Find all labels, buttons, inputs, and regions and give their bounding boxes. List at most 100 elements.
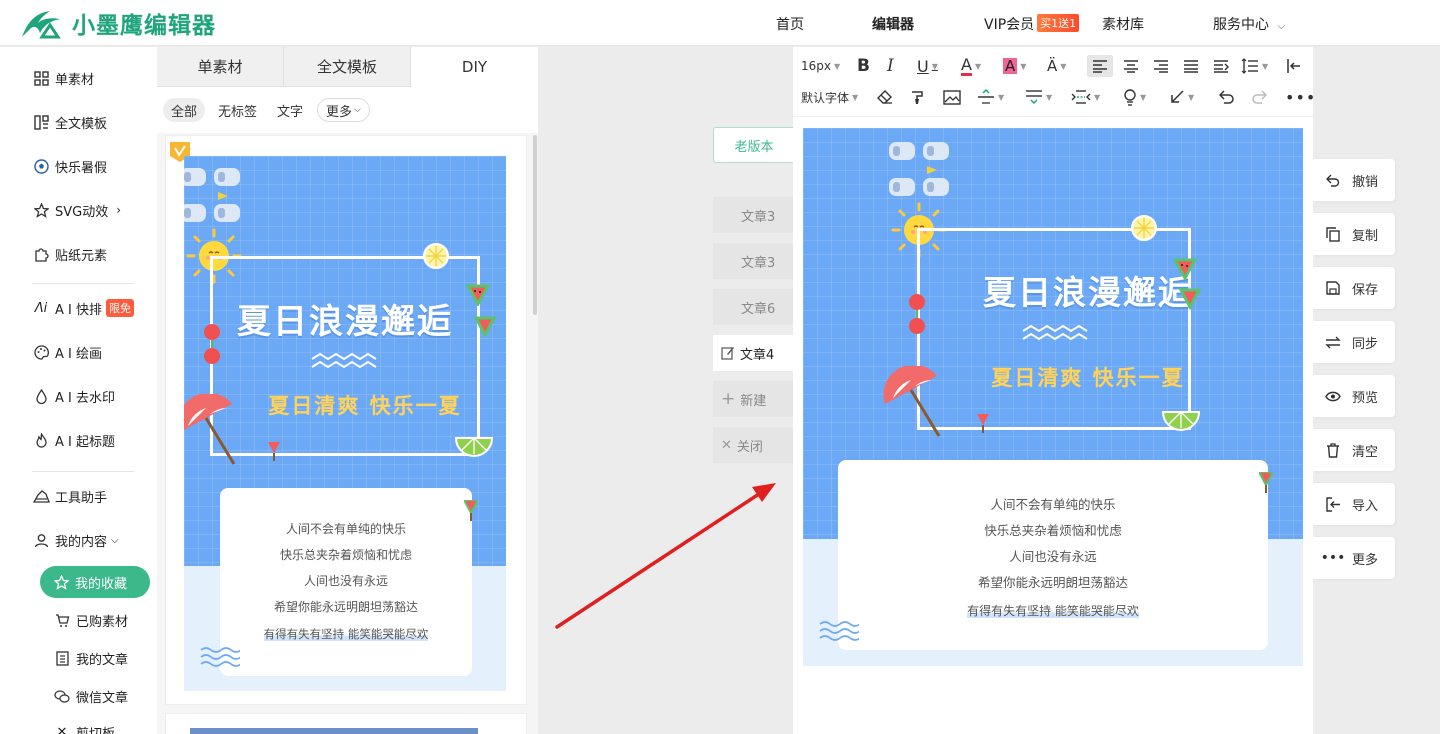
exit-icon[interactable] — [1285, 55, 1301, 77]
nav-home[interactable]: 首页 — [776, 14, 804, 34]
sidebar-item-fulltext[interactable]: 全文模板 — [32, 111, 107, 133]
sidebar-item-ai-title[interactable]: A I 起标题 — [32, 429, 115, 451]
star-outline-icon — [54, 574, 69, 590]
font-family-value: 默认字体 — [801, 90, 850, 105]
sidebar-item-ai-layout[interactable]: Λi A I 快排 限免 — [32, 297, 134, 319]
left-sidebar: 单素材 全文模板 快乐暑假 SVG动效 › 贴纸元素 Λi A I 快排 限免 … — [0, 47, 157, 734]
grid-icon — [32, 69, 50, 87]
indent-icon[interactable] — [1213, 55, 1229, 77]
popsicle-icon — [977, 414, 989, 433]
action-label: 保存 — [1352, 282, 1379, 298]
article-tab[interactable]: 文章3 — [713, 243, 793, 279]
template-card[interactable]: 夏日浪漫邂逅 夏日清爽 快乐一夏 人间不会有单纯的快乐 快乐总夹杂着烦恼和忧虑 … — [165, 135, 527, 705]
sidebar-sub-favorites[interactable]: 我的收藏 — [40, 566, 150, 598]
article-tab-active[interactable]: 文章4 — [713, 335, 793, 371]
close-article-label: 关闭 — [736, 439, 763, 455]
save-action-button[interactable]: 保存 — [1313, 267, 1395, 309]
arrow-tool-icon[interactable]: ▼ — [1169, 86, 1194, 108]
logo[interactable]: 小墨鹰编辑器 — [20, 6, 216, 40]
filter-untagged[interactable]: 无标签 — [210, 98, 265, 122]
font-size-select[interactable]: 16px ▼ — [801, 55, 840, 77]
italic-icon[interactable]: I — [887, 55, 894, 77]
sidebar-item-summer[interactable]: 快乐暑假 — [32, 155, 107, 177]
filter-all[interactable]: 全部 — [163, 98, 206, 122]
copy-action-button[interactable]: 复制 — [1313, 213, 1395, 255]
sidebar-item-tools[interactable]: 工具助手 — [32, 485, 107, 507]
line-height-icon[interactable]: ▼ — [1241, 55, 1268, 77]
paragraph-spacing-icon[interactable]: ▼ — [1025, 86, 1052, 108]
sidebar-item-mine[interactable]: 我的内容 ⌵ — [32, 529, 119, 551]
nav-vip[interactable]: VIP会员 买1送1 — [984, 14, 1080, 34]
sidebar-item-single[interactable]: 单素材 — [32, 67, 94, 89]
filter-text[interactable]: 文字 — [269, 98, 311, 122]
text-effect-icon[interactable]: Ä ▼ — [1047, 55, 1066, 77]
lemon-slice-icon — [423, 243, 449, 269]
template-card[interactable] — [165, 713, 527, 734]
poster-line: 希望你能永远明朗坦荡豁达 — [977, 575, 1128, 590]
panel-scrollbar[interactable] — [533, 135, 537, 315]
align-justify-icon[interactable] — [1183, 55, 1199, 77]
edit-icon — [721, 346, 735, 360]
sidebar-item-svg[interactable]: SVG动效 › — [32, 199, 121, 221]
filter-more[interactable]: 更多 ⌵ — [317, 98, 370, 122]
nav-materials[interactable]: 素材库 — [1102, 14, 1144, 34]
new-article-button[interactable]: + 新建 — [713, 381, 793, 417]
free-badge: 限免 — [106, 299, 134, 317]
background-color-icon[interactable]: A ▼ — [1003, 55, 1026, 77]
clear-action-button[interactable]: 清空 — [1313, 429, 1395, 471]
sidebar-item-ai-paint[interactable]: A I 绘画 — [32, 341, 102, 363]
sidebar-sub-wechat[interactable]: 微信文章 — [54, 687, 128, 706]
sidebar-item-ai-watermark[interactable]: A I 去水印 — [32, 385, 115, 407]
bold-icon[interactable]: B — [857, 55, 870, 77]
image-icon[interactable] — [943, 86, 961, 108]
nav-service[interactable]: 服务中心 ⌵ — [1213, 14, 1285, 34]
nav-service-label: 服务中心 — [1213, 17, 1269, 33]
font-color-icon[interactable]: A ▼ — [961, 55, 981, 77]
poster-line: 快乐总夹杂着烦恼和忧虑 — [984, 523, 1122, 538]
import-action-button[interactable]: 导入 — [1313, 483, 1395, 525]
template-icon — [32, 113, 50, 131]
underline-icon[interactable]: U ▼ — [917, 55, 938, 77]
save-icon — [1325, 280, 1341, 296]
undo-icon[interactable] — [1219, 86, 1235, 108]
sidebar-sub-articles[interactable]: 我的文章 — [54, 649, 128, 668]
bulb-icon[interactable]: ▼ — [1123, 86, 1146, 108]
editor-poster[interactable]: 夏日浪漫邂逅 夏日清爽 快乐一夏 人间不会有单纯的快乐 快乐总夹杂着烦恼和忧虑 … — [803, 128, 1303, 666]
preview-action-button[interactable]: 预览 — [1313, 375, 1395, 417]
umbrella-icon — [184, 394, 236, 465]
tab-diy[interactable]: DIY — [411, 47, 538, 87]
sidebar-item-label: 我的内容 — [55, 534, 108, 550]
sidebar-item-sticker[interactable]: 贴纸元素 — [32, 243, 107, 265]
article-tab[interactable]: 文章6 — [713, 289, 793, 325]
lime-slice-icon — [1161, 411, 1201, 431]
undo-action-button[interactable]: 撤销 — [1313, 159, 1395, 201]
sync-action-button[interactable]: 同步 — [1313, 321, 1395, 363]
divider-style-icon[interactable]: ▼ — [977, 86, 1004, 108]
align-right-icon[interactable] — [1153, 55, 1169, 77]
chevron-down-icon: ▼ — [834, 61, 841, 71]
sync-icon — [1325, 334, 1341, 350]
more-options-icon[interactable]: ••• — [1285, 86, 1316, 108]
format-brush-icon[interactable] — [909, 86, 925, 108]
redo-icon[interactable] — [1251, 86, 1267, 108]
more-action-button[interactable]: ••• 更多 — [1313, 537, 1395, 579]
vip-promo-badge: 买1送1 — [1037, 14, 1080, 32]
align-center-icon[interactable] — [1123, 55, 1139, 77]
tab-single[interactable]: 单素材 — [157, 47, 284, 87]
nav-editor[interactable]: 编辑器 — [872, 14, 914, 34]
poster-text-box: 人间不会有单纯的快乐 快乐总夹杂着烦恼和忧虑 人间也没有永远 希望你能永远明朗坦… — [220, 488, 472, 676]
letter-spacing-icon[interactable]: ▼ — [1071, 86, 1100, 108]
toolbox-icon — [32, 487, 50, 505]
sidebar-sub-clipboard[interactable]: ✕ 剪切板 — [54, 723, 115, 734]
article-tab[interactable]: 文章3 — [713, 197, 793, 233]
tab-fulltext[interactable]: 全文模板 — [284, 47, 411, 87]
sidebar-sub-purchased[interactable]: 已购素材 — [54, 611, 128, 630]
old-version-button[interactable]: 老版本 — [713, 127, 795, 163]
user-icon — [32, 531, 50, 549]
close-article-button[interactable]: ✕ 关闭 — [713, 427, 793, 463]
eraser-icon[interactable] — [877, 86, 893, 108]
filter-more-label: 更多 — [326, 104, 353, 120]
font-family-select[interactable]: 默认字体 ▼ — [801, 86, 858, 108]
popsicle-icon — [464, 500, 478, 521]
align-left-icon[interactable] — [1087, 55, 1113, 77]
